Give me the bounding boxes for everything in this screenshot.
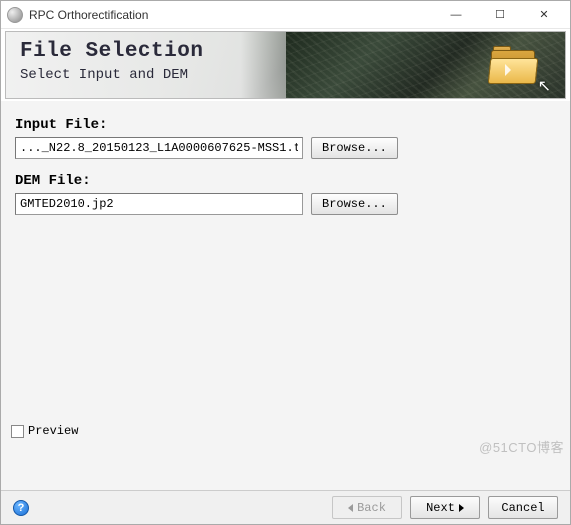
next-button[interactable]: Next (410, 496, 480, 519)
input-file-label: Input File: (15, 117, 556, 133)
window-title: RPC Orthorectification (29, 8, 434, 22)
banner-heading: File Selection (20, 40, 551, 63)
input-file-row: Browse... (15, 137, 556, 159)
maximize-button[interactable]: ☐ (478, 4, 522, 26)
dem-file-field[interactable] (15, 193, 303, 215)
banner-subheading: Select Input and DEM (20, 67, 551, 83)
dem-file-row: Browse... (15, 193, 556, 215)
input-file-field[interactable] (15, 137, 303, 159)
back-button: Back (332, 496, 402, 519)
open-folder-icon (489, 46, 539, 84)
dem-browse-button[interactable]: Browse... (311, 193, 398, 215)
wizard-footer: ? Back Next Cancel (1, 490, 570, 524)
minimize-button[interactable]: — (434, 4, 478, 26)
wizard-body: Input File: Browse... DEM File: Browse..… (1, 101, 570, 490)
preview-checkbox[interactable] (11, 425, 24, 438)
watermark-text: @51CTO博客 (479, 437, 564, 456)
help-icon[interactable]: ? (13, 500, 29, 516)
wizard-banner: File Selection Select Input and DEM ↖ (5, 31, 566, 99)
preview-label: Preview (28, 424, 78, 438)
app-icon (7, 7, 23, 23)
close-button[interactable]: ✕ (522, 4, 566, 26)
cancel-button[interactable]: Cancel (488, 496, 558, 519)
title-bar: RPC Orthorectification — ☐ ✕ (1, 1, 570, 29)
chevron-right-icon (459, 504, 464, 512)
app-window: RPC Orthorectification — ☐ ✕ File Select… (0, 0, 571, 525)
chevron-left-icon (348, 504, 353, 512)
input-browse-button[interactable]: Browse... (311, 137, 398, 159)
preview-checkbox-row[interactable]: Preview (11, 424, 78, 438)
dem-file-label: DEM File: (15, 173, 556, 189)
